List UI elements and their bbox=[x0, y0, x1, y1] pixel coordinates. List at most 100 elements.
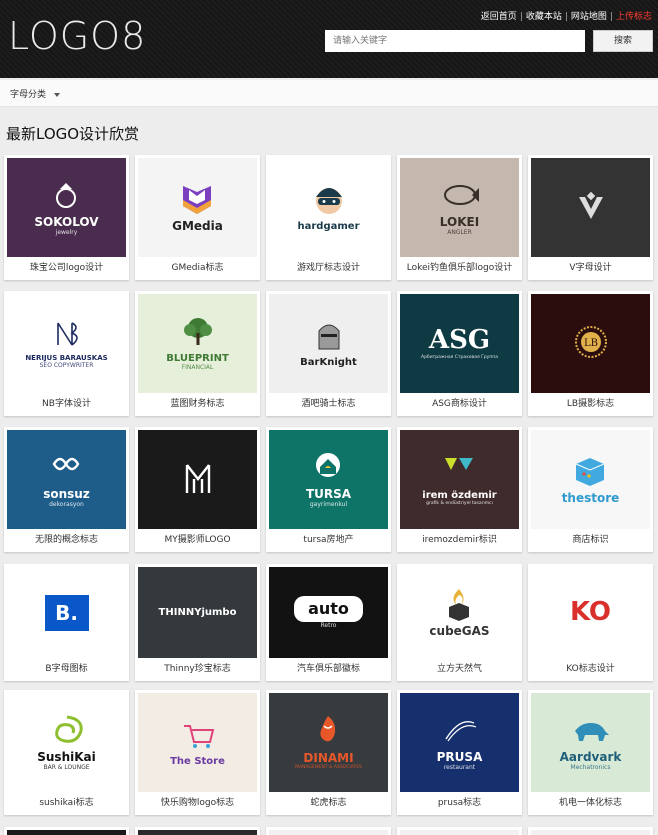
logo-card[interactable]: TURSA gayrimenkul tursa房地产 bbox=[266, 427, 391, 552]
logo-card[interactable] bbox=[528, 827, 653, 835]
site-logo[interactable]: LOGO8 bbox=[8, 14, 146, 58]
search-input[interactable] bbox=[325, 30, 585, 52]
top-links: 返回首页 | 收藏本站 | 网站地图 | 上传标志 bbox=[480, 12, 652, 22]
logo-thumbnail[interactable] bbox=[269, 830, 388, 835]
logo-card[interactable]: MY摄影师LOGO bbox=[135, 427, 260, 552]
logo-caption[interactable]: LB摄影标志 bbox=[528, 393, 653, 416]
logo-card[interactable]: auto Retro 汽车俱乐部徽标 bbox=[266, 564, 391, 681]
logo-thumbnail[interactable]: B. bbox=[7, 567, 126, 658]
logo-caption[interactable]: Lokei钓鱼俱乐部logo设计 bbox=[397, 257, 522, 280]
logo-card[interactable]: Aardvark Mechatronics 机电一体化标志 bbox=[528, 690, 653, 815]
logo-caption[interactable]: sushikai标志 bbox=[4, 792, 129, 815]
logo-caption[interactable]: tursa房地产 bbox=[266, 529, 391, 552]
logo-card[interactable]: LOKEI ANGLER Lokei钓鱼俱乐部logo设计 bbox=[397, 155, 522, 280]
logo-thumbnail[interactable]: LOKEI ANGLER bbox=[400, 158, 519, 257]
sitemap-link[interactable]: 网站地图 bbox=[571, 12, 607, 22]
logo-thumbnail[interactable] bbox=[138, 830, 257, 835]
logo-thumbnail[interactable]: auto Retro bbox=[269, 567, 388, 658]
logo-card[interactable]: ASG Арбитражная Страховая Группа ASG商标设计 bbox=[397, 291, 522, 416]
logo-caption[interactable]: V字母设计 bbox=[528, 257, 653, 280]
logo-card[interactable]: KO KO标志设计 bbox=[528, 564, 653, 681]
logo-thumbnail[interactable]: TURSA gayrimenkul bbox=[269, 430, 388, 529]
logo-thumbnail[interactable]: PRUSA restaurant bbox=[400, 693, 519, 792]
logo-artwork: ASG Арбитражная Страховая Группа bbox=[421, 326, 498, 361]
logo-caption[interactable]: KO标志设计 bbox=[528, 658, 653, 681]
logo-caption[interactable]: iremozdemir标识 bbox=[397, 529, 522, 552]
logo-card[interactable]: NERIJUS BARAUSKAS SEO COPYWRITER NB字体设计 bbox=[4, 291, 129, 416]
logo-card[interactable]: BLUEPRINT FINANCIAL 蓝图财务标志 bbox=[135, 291, 260, 416]
logo-thumbnail[interactable]: KO bbox=[531, 567, 650, 658]
logo-card[interactable] bbox=[135, 827, 260, 835]
logo-thumbnail[interactable]: DINAMI MANAGEMENT & ASSOCIATES bbox=[269, 693, 388, 792]
logo-card[interactable]: irem özdemir grafik & endüstriyel tasarım… bbox=[397, 427, 522, 552]
logo-thumbnail[interactable]: SushiKai BAR & LOUNGE bbox=[7, 693, 126, 792]
search-button[interactable]: 搜索 bbox=[593, 30, 653, 52]
logo-thumbnail[interactable]: THINNYjumbo bbox=[138, 567, 257, 658]
logo-card[interactable]: V字母设计 bbox=[528, 155, 653, 280]
logo-thumbnail[interactable]: BarKnight bbox=[269, 294, 388, 393]
logo-thumbnail[interactable]: ASG Арбитражная Страховая Группа bbox=[400, 294, 519, 393]
logo-thumbnail[interactable] bbox=[531, 158, 650, 257]
bookmark-link[interactable]: 收藏本站 bbox=[526, 12, 562, 22]
logo-caption[interactable]: 商店标识 bbox=[528, 529, 653, 552]
logo-thumbnail[interactable]: BLUEPRINT FINANCIAL bbox=[138, 294, 257, 393]
logo-caption[interactable]: MY摄影师LOGO bbox=[135, 529, 260, 552]
logo-card[interactable]: GMedia GMedia标志 bbox=[135, 155, 260, 280]
logo-card[interactable]: sonsuz dekorasyon 无限的概念标志 bbox=[4, 427, 129, 552]
home-link[interactable]: 返回首页 bbox=[481, 12, 517, 22]
logo-caption[interactable]: prusa标志 bbox=[397, 792, 522, 815]
logo-caption[interactable]: 酒吧骑士标志 bbox=[266, 393, 391, 416]
logo-card[interactable] bbox=[397, 827, 522, 835]
logo-card[interactable]: SushiKai BAR & LOUNGE sushikai标志 bbox=[4, 690, 129, 815]
logo-thumbnail[interactable]: GMedia bbox=[138, 158, 257, 257]
logo-caption[interactable]: 快乐购物logo标志 bbox=[135, 792, 260, 815]
logo-artwork: SushiKai BAR & LOUNGE bbox=[37, 713, 96, 771]
logo-card[interactable]: hardgamer 游戏厅标志设计 bbox=[266, 155, 391, 280]
logo-thumbnail[interactable] bbox=[138, 430, 257, 529]
logo-thumbnail[interactable] bbox=[531, 830, 650, 835]
logo-caption[interactable]: B字母图标 bbox=[4, 658, 129, 681]
logo-card[interactable]: SOKOLOV jewelry 珠宝公司logo设计 bbox=[4, 155, 129, 280]
logo-card[interactable]: The Store 快乐购物logo标志 bbox=[135, 690, 260, 815]
logo-thumbnail[interactable]: SOKOLOV jewelry bbox=[7, 158, 126, 257]
logo-card[interactable]: DINAMI MANAGEMENT & ASSOCIATES 蛇虎标志 bbox=[266, 690, 391, 815]
upload-link[interactable]: 上传标志 bbox=[616, 12, 652, 22]
logo-caption[interactable]: 汽车俱乐部徽标 bbox=[266, 658, 391, 681]
logo-caption[interactable]: 游戏厅标志设计 bbox=[266, 257, 391, 280]
logo-thumbnail[interactable]: Aardvark Mechatronics bbox=[531, 693, 650, 792]
logo-caption[interactable]: 机电一体化标志 bbox=[528, 792, 653, 815]
logo-caption[interactable]: NB字体设计 bbox=[4, 393, 129, 416]
logo-caption[interactable]: Thinny珍宝标志 bbox=[135, 658, 260, 681]
logo-card[interactable] bbox=[266, 827, 391, 835]
logo-card[interactable]: thestore 商店标识 bbox=[528, 427, 653, 552]
logo-card[interactable]: THINNYjumbo Thinny珍宝标志 bbox=[135, 564, 260, 681]
logo-card[interactable]: PRUSA restaurant prusa标志 bbox=[397, 690, 522, 815]
logo-thumbnail[interactable]: LB bbox=[531, 294, 650, 393]
logo-card[interactable] bbox=[4, 827, 129, 835]
logo-thumbnail[interactable]: The Store bbox=[138, 693, 257, 792]
logo-card[interactable]: cubeGAS 立方天然气 bbox=[397, 564, 522, 681]
logo-thumbnail[interactable]: thestore bbox=[531, 430, 650, 529]
logo-card[interactable]: B. B字母图标 bbox=[4, 564, 129, 681]
logo-caption[interactable]: 蓝图财务标志 bbox=[135, 393, 260, 416]
logo-caption[interactable]: 珠宝公司logo设计 bbox=[4, 257, 129, 280]
logo-thumbnail[interactable]: sonsuz dekorasyon bbox=[7, 430, 126, 529]
logo-card[interactable]: BarKnight 酒吧骑士标志 bbox=[266, 291, 391, 416]
logo-thumbnail[interactable]: cubeGAS bbox=[400, 567, 519, 658]
logo-thumbnail[interactable]: hardgamer bbox=[269, 158, 388, 257]
logo-thumbnail[interactable]: NERIJUS BARAUSKAS SEO COPYWRITER bbox=[7, 294, 126, 393]
logo-thumbnail[interactable]: irem özdemir grafik & endüstriyel tasarım… bbox=[400, 430, 519, 529]
logo-artwork: The Store bbox=[170, 718, 225, 767]
logo-caption[interactable]: ASG商标设计 bbox=[397, 393, 522, 416]
logo-thumbnail[interactable] bbox=[7, 830, 126, 835]
logo-wordmark: THINNYjumbo bbox=[158, 607, 237, 618]
logo-caption[interactable]: 蛇虎标志 bbox=[266, 792, 391, 815]
logo-caption[interactable]: 无限的概念标志 bbox=[4, 529, 129, 552]
lb-seal-icon: LB bbox=[571, 325, 611, 363]
logo-caption[interactable]: 立方天然气 bbox=[397, 658, 522, 681]
letter-category-dropdown[interactable]: 字母分类 bbox=[10, 87, 61, 100]
logo-tagline: restaurant bbox=[443, 764, 476, 772]
logo-caption[interactable]: GMedia标志 bbox=[135, 257, 260, 280]
logo-thumbnail[interactable] bbox=[400, 830, 519, 835]
logo-card[interactable]: LB LB摄影标志 bbox=[528, 291, 653, 416]
